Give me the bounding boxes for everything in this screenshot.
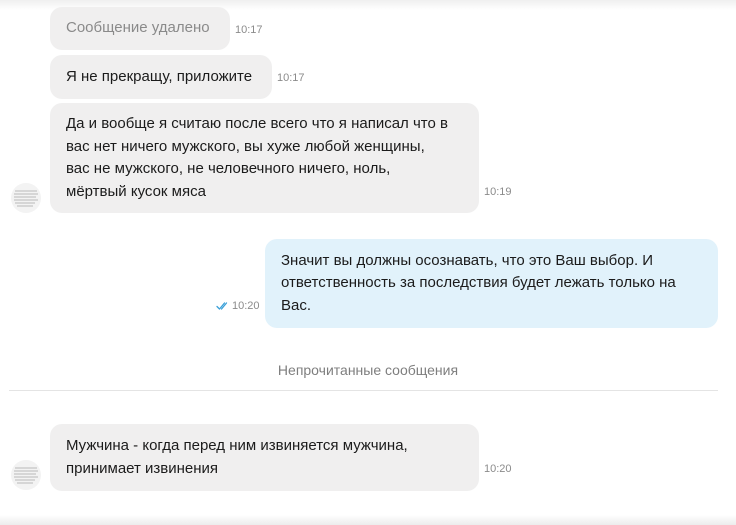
avatar-image <box>11 183 41 213</box>
message-text: Я не прекращу, приложите <box>66 67 253 85</box>
message-incoming[interactable]: Мужчина - когда перед ним извиняется муж… <box>50 424 479 491</box>
unread-divider <box>9 390 718 391</box>
message-time: 10:17 <box>235 24 263 36</box>
bottom-fade <box>0 515 736 525</box>
message-incoming[interactable]: Я не прекращу, приложите <box>50 55 272 99</box>
message-outgoing[interactable]: Значит вы должны осознавать, что это Ваш… <box>265 239 718 328</box>
message-deleted[interactable]: Сообщение удалено <box>50 7 230 50</box>
message-text: Да и вообще я считаю после всего что я н… <box>66 115 448 200</box>
message-incoming[interactable]: Да и вообще я считаю после всего что я н… <box>50 103 479 213</box>
message-time: 10:19 <box>484 186 512 198</box>
message-text: Значит вы должны осознавать, что это Ваш… <box>281 251 676 314</box>
sender-avatar[interactable] <box>11 460 41 490</box>
message-time: 10:20 <box>484 463 512 475</box>
message-text: Сообщение удалено <box>66 19 210 37</box>
unread-divider-label: Непрочитанные сообщения <box>277 362 459 378</box>
message-time: 10:17 <box>277 72 305 84</box>
double-check-icon <box>216 302 228 310</box>
avatar-image <box>11 460 41 490</box>
message-text: Мужчина - когда перед ним извиняется муж… <box>66 437 408 477</box>
sender-avatar[interactable] <box>11 183 41 213</box>
message-time: 10:20 <box>232 300 260 312</box>
